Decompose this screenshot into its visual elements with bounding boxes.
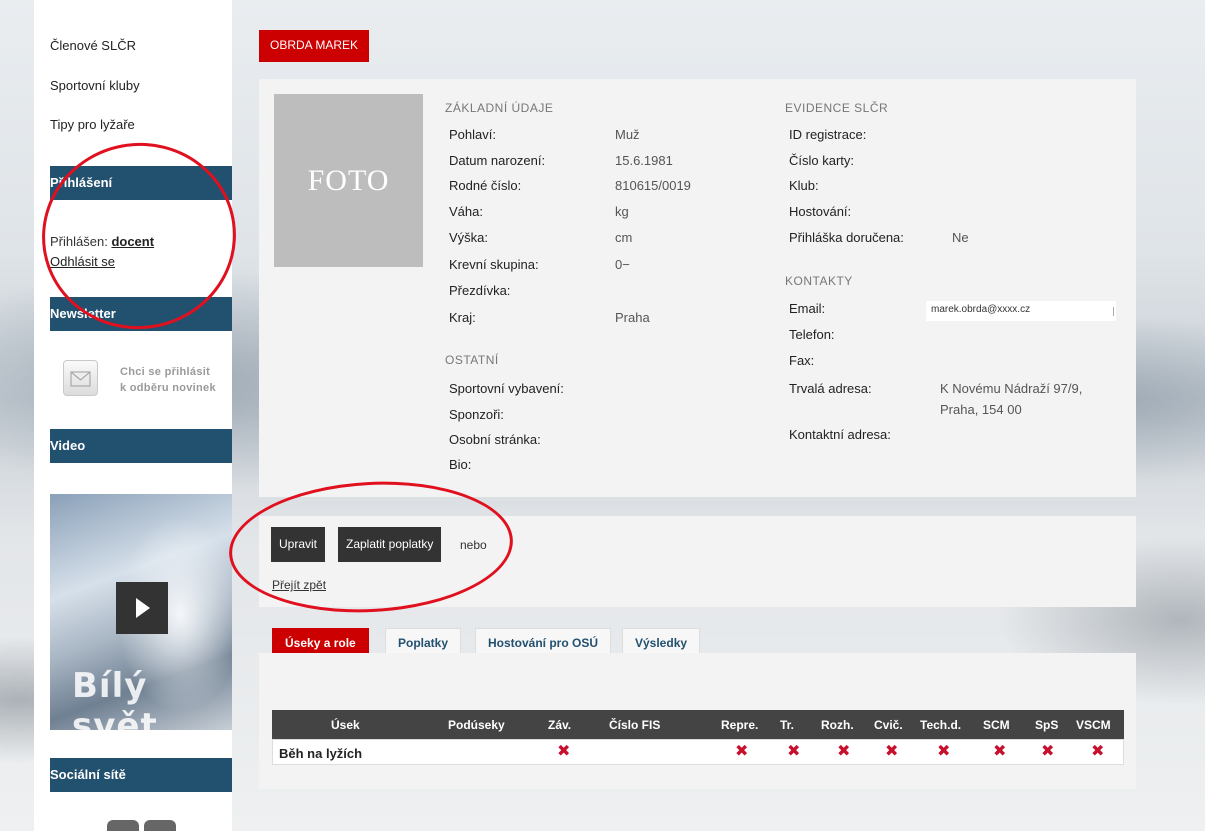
label-fax: Fax:	[789, 353, 815, 368]
cross-icon: ✖	[787, 741, 801, 760]
value-address-line1: K Novému Nádraží 97/9,	[940, 381, 1083, 396]
login-status: Přihlášen: docent Odhlásit se	[50, 232, 154, 272]
col-header: Rozh.	[821, 718, 854, 732]
value-application-delivered: Ne	[952, 230, 969, 245]
sidebar-link-tips[interactable]: Tipy pro lyžaře	[50, 117, 135, 132]
label-gender: Pohlaví:	[449, 127, 496, 142]
tab-guest-osu[interactable]: Hostování pro OSÚ	[475, 628, 612, 655]
label-blood-type: Krevní skupina:	[449, 257, 539, 272]
col-header: Záv.	[548, 718, 572, 732]
col-header: Cvič.	[874, 718, 903, 732]
sidebar-link-members[interactable]: Členové SLČR	[50, 38, 136, 53]
value-region: Praha	[615, 310, 650, 325]
label-birthdate: Datum narození:	[449, 153, 546, 168]
logged-in-prefix: Přihlášen:	[50, 234, 108, 249]
value-blood-type: 0−	[615, 257, 630, 272]
label-personal-page: Osobní stránka:	[449, 432, 541, 447]
video-heading: Video	[50, 429, 232, 463]
play-icon[interactable]	[116, 582, 168, 634]
social-icon[interactable]	[107, 820, 139, 831]
social-icon[interactable]	[144, 820, 176, 831]
newsletter-subscribe-link[interactable]: Chci se přihlásit k odběru novinek	[120, 364, 216, 396]
label-phone: Telefon:	[789, 327, 835, 342]
value-height: cm	[615, 230, 633, 245]
col-header: Tr.	[780, 718, 795, 732]
cross-icon: ✖	[557, 741, 571, 760]
value-birthdate: 15.6.1981	[615, 153, 673, 168]
sidebar: Členové SLČR Sportovní kluby Tipy pro ly…	[34, 0, 232, 831]
logout-link[interactable]: Odhlásit se	[50, 254, 115, 269]
label-registration-id: ID registrace:	[789, 127, 867, 142]
col-header: Číslo FIS	[609, 718, 661, 732]
logged-in-user-link[interactable]: docent	[111, 234, 154, 249]
label-guest: Hostování:	[789, 204, 852, 219]
social-heading: Sociální sítě	[50, 758, 232, 792]
sidebar-link-clubs[interactable]: Sportovní kluby	[50, 78, 140, 93]
cross-icon: ✖	[1041, 741, 1055, 760]
label-region: Kraj:	[449, 310, 476, 325]
col-header: Tech.d.	[920, 718, 962, 732]
contacts-title: KONTAKTY	[785, 274, 853, 288]
roles-table-header: Úsek Podúseky Záv. Číslo FIS Repre. Tr. …	[272, 710, 1124, 739]
cross-icon: ✖	[885, 741, 899, 760]
value-birth-number: 810615/0019	[615, 178, 691, 193]
registry-title: EVIDENCE SLČR	[785, 101, 889, 115]
col-header: Repre.	[721, 718, 759, 732]
cross-icon: ✖	[837, 741, 851, 760]
newsletter-heading: Newsletter	[50, 297, 232, 331]
other-info-title: OSTATNÍ	[445, 353, 499, 367]
tab-fees[interactable]: Poplatky	[385, 628, 462, 655]
basic-info-title: ZÁKLADNÍ ÚDAJE	[445, 101, 554, 115]
label-equipment: Sportovní vybavení:	[449, 381, 564, 396]
cross-icon: ✖	[937, 741, 951, 760]
email-field[interactable]: marek.obrda@xxxx.cz	[926, 301, 1116, 321]
back-link[interactable]: Přejít zpět	[272, 578, 326, 592]
col-header: SpS	[1035, 718, 1059, 732]
tab-sections-roles[interactable]: Úseky a role	[272, 628, 369, 655]
table-row: Běh na lyžích ✖ ✖ ✖ ✖ ✖ ✖ ✖ ✖ ✖	[272, 739, 1124, 765]
col-header: SCM	[983, 718, 1010, 732]
video-thumbnail[interactable]: Bílý svět	[50, 494, 232, 730]
label-nickname: Přezdívka:	[449, 283, 511, 298]
cross-icon: ✖	[735, 741, 749, 760]
label-sponsors: Sponzoři:	[449, 407, 504, 422]
value-gender: Muž	[615, 127, 640, 142]
login-heading: Přihlášení	[50, 166, 232, 200]
col-header: Úsek	[331, 718, 360, 732]
label-weight: Váha:	[449, 204, 483, 219]
col-header: VSCM	[1076, 718, 1111, 732]
label-club: Klub:	[789, 178, 819, 193]
profile-name-tag: OBRDA MAREK	[259, 30, 370, 62]
label-height: Výška:	[449, 230, 489, 245]
label-email: Email:	[789, 301, 826, 316]
label-card-number: Číslo karty:	[789, 153, 855, 168]
label-contact-address: Kontaktní adresa:	[789, 427, 891, 442]
value-address-line2: Praha, 154 00	[940, 402, 1022, 417]
col-header: Podúseky	[448, 718, 505, 732]
actions-panel: Upravit Zaplatit poplatky nebo Přejít zp…	[259, 516, 1136, 607]
label-bio: Bio:	[449, 457, 472, 472]
tab-results[interactable]: Výsledky	[622, 628, 701, 655]
video-title: Bílý svět	[72, 666, 158, 730]
envelope-icon[interactable]	[63, 360, 98, 396]
label-birth-number: Rodné číslo:	[449, 178, 522, 193]
value-weight: kg	[615, 204, 629, 219]
cross-icon: ✖	[1091, 741, 1105, 760]
section-name: Běh na lyžích	[279, 746, 363, 761]
profile-card: FOTO ZÁKLADNÍ ÚDAJE Pohlaví: Muž Datum n…	[259, 79, 1136, 497]
pay-fees-button[interactable]: Zaplatit poplatky	[338, 527, 442, 562]
photo-placeholder: FOTO	[274, 94, 423, 267]
or-text: nebo	[460, 538, 487, 552]
label-application-delivered: Přihláška doručena:	[789, 230, 904, 245]
label-permanent-address: Trvalá adresa:	[789, 381, 872, 396]
cross-icon: ✖	[993, 741, 1007, 760]
edit-button[interactable]: Upravit	[271, 527, 326, 562]
